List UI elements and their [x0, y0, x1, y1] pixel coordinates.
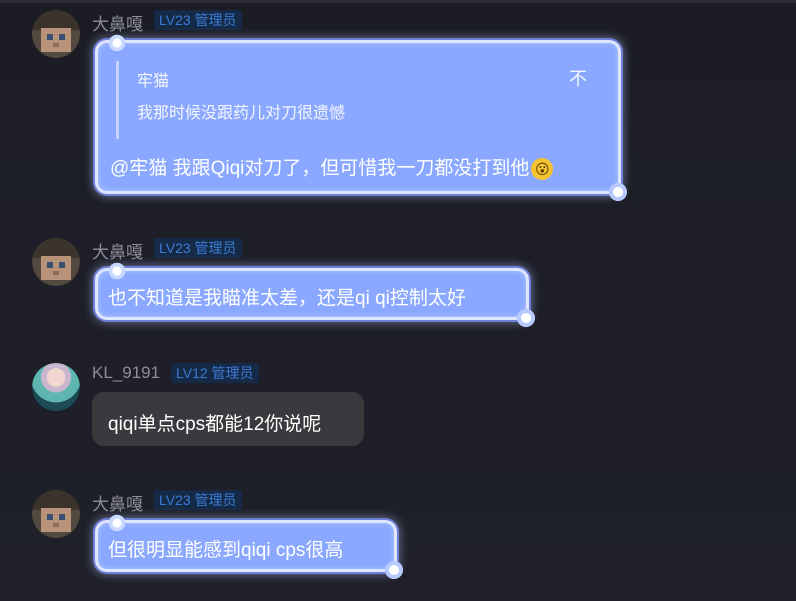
level-badge: LV23 管理员	[154, 490, 242, 510]
quote-close-icon[interactable]: 不	[569, 65, 587, 91]
emoji-icon: 😮	[531, 157, 554, 180]
quote-text: 我那时候没跟药儿对刀很遗憾	[137, 105, 346, 122]
top-divider	[0, 0, 796, 3]
message-bubble[interactable]: 也不知道是我瞄准太差，还是qi qi控制太好	[95, 261, 538, 329]
message-text: 也不知道是我瞄准太差，还是qi qi控制太好	[108, 288, 466, 309]
message-text-content: @牢猫 我跟Qiqi对刀了，但可惜我一刀都没打到他	[110, 158, 530, 179]
reply-quote[interactable]: 牢猫 我那时候没跟药儿对刀很遗憾 不	[116, 61, 607, 139]
avatar[interactable]	[32, 363, 80, 411]
message-text: 但很明显能感到qiqi cps很高	[108, 540, 344, 561]
message-bubble[interactable]: 牢猫 我那时候没跟药儿对刀很遗憾 不 @牢猫 我跟Qiqi对刀了，但可惜我一刀都…	[95, 33, 630, 203]
avatar[interactable]	[32, 490, 80, 538]
username[interactable]: 大鼻嘎	[92, 10, 143, 35]
message-bubble[interactable]: qiqi单点cps都能12你说呢	[92, 392, 364, 446]
level-badge: LV23 管理员	[154, 10, 242, 30]
message-text: qiqi单点cps都能12你说呢	[108, 414, 322, 435]
level-badge: LV12 管理员	[171, 363, 259, 383]
avatar[interactable]	[32, 238, 80, 286]
username[interactable]: 大鼻嘎	[92, 238, 143, 263]
username[interactable]: KL_9191	[92, 363, 160, 383]
avatar[interactable]	[32, 10, 80, 58]
message-text: @牢猫 我跟Qiqi对刀了，但可惜我一刀都没打到他 😮	[110, 153, 554, 180]
username[interactable]: 大鼻嘎	[92, 490, 143, 515]
message-bubble[interactable]: 但很明显能感到qiqi cps很高	[95, 513, 406, 581]
level-badge: LV23 管理员	[154, 238, 242, 258]
quote-author: 牢猫	[137, 73, 170, 90]
